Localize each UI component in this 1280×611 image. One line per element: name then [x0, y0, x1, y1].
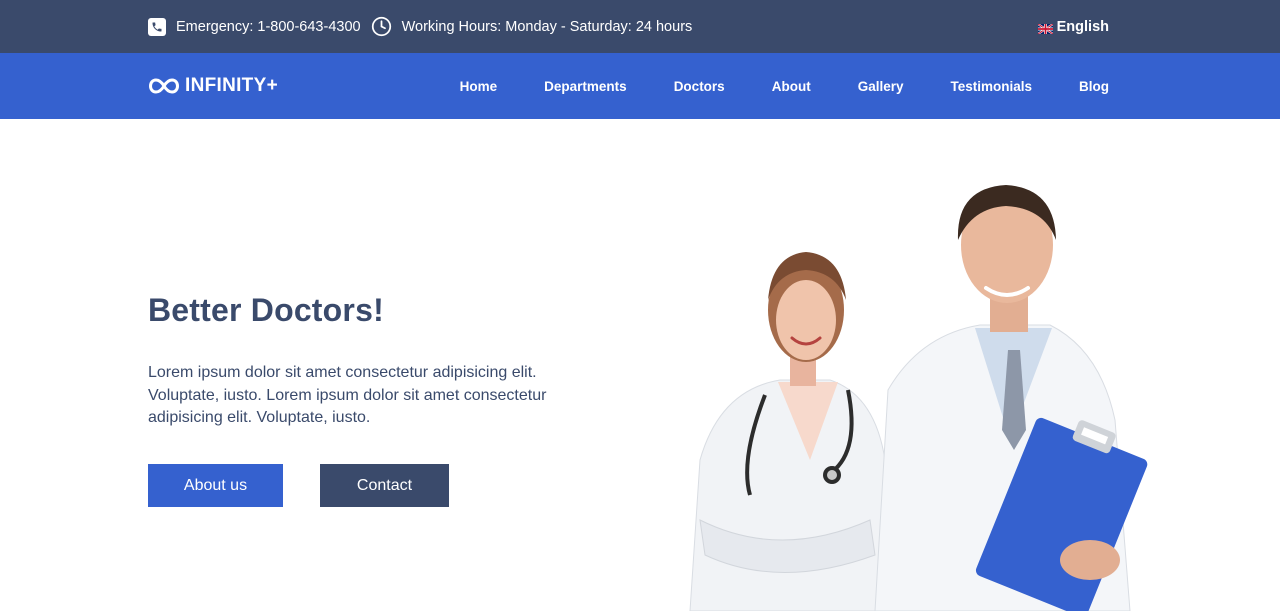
uk-flag-icon	[1037, 22, 1054, 35]
language-label: English	[1056, 18, 1109, 35]
nav-blog[interactable]: Blog	[1079, 79, 1109, 94]
clock-icon	[371, 16, 392, 37]
logo-text: INFINITY+	[185, 75, 278, 96]
nav-doctors[interactable]: Doctors	[674, 79, 725, 94]
nav-menu: Home Departments Doctors About Gallery T…	[413, 53, 1109, 119]
working-hours: Working Hours: Monday - Saturday: 24 hou…	[371, 16, 693, 37]
contact-button[interactable]: Contact	[320, 464, 449, 507]
nav-testimonials[interactable]: Testimonials	[950, 79, 1032, 94]
main-navbar: INFINITY+ Home Departments Doctors About…	[0, 53, 1280, 119]
nav-about[interactable]: About	[772, 79, 811, 94]
nav-gallery[interactable]: Gallery	[858, 79, 904, 94]
emergency-text: Emergency: 1-800-643-4300	[176, 18, 361, 35]
language-selector[interactable]: English	[1037, 18, 1109, 35]
male-doctor-figure	[874, 185, 1148, 611]
doctors-image	[660, 160, 1160, 611]
about-us-button[interactable]: About us	[148, 464, 283, 507]
top-info-bar: Emergency: 1-800-643-4300 Working Hours:…	[0, 0, 1280, 53]
nav-home[interactable]: Home	[460, 79, 498, 94]
female-doctor-figure	[689, 252, 901, 611]
working-hours-text: Working Hours: Monday - Saturday: 24 hou…	[401, 18, 693, 35]
nav-departments[interactable]: Departments	[544, 79, 627, 94]
hero-description: Lorem ipsum dolor sit amet consectetur a…	[148, 364, 547, 426]
hero-title: Better Doctors!	[148, 292, 384, 328]
site-logo[interactable]: INFINITY+	[148, 53, 278, 119]
phone-icon	[148, 17, 166, 36]
emergency-contact[interactable]: Emergency: 1-800-643-4300	[148, 17, 361, 36]
infinity-icon	[148, 77, 180, 95]
